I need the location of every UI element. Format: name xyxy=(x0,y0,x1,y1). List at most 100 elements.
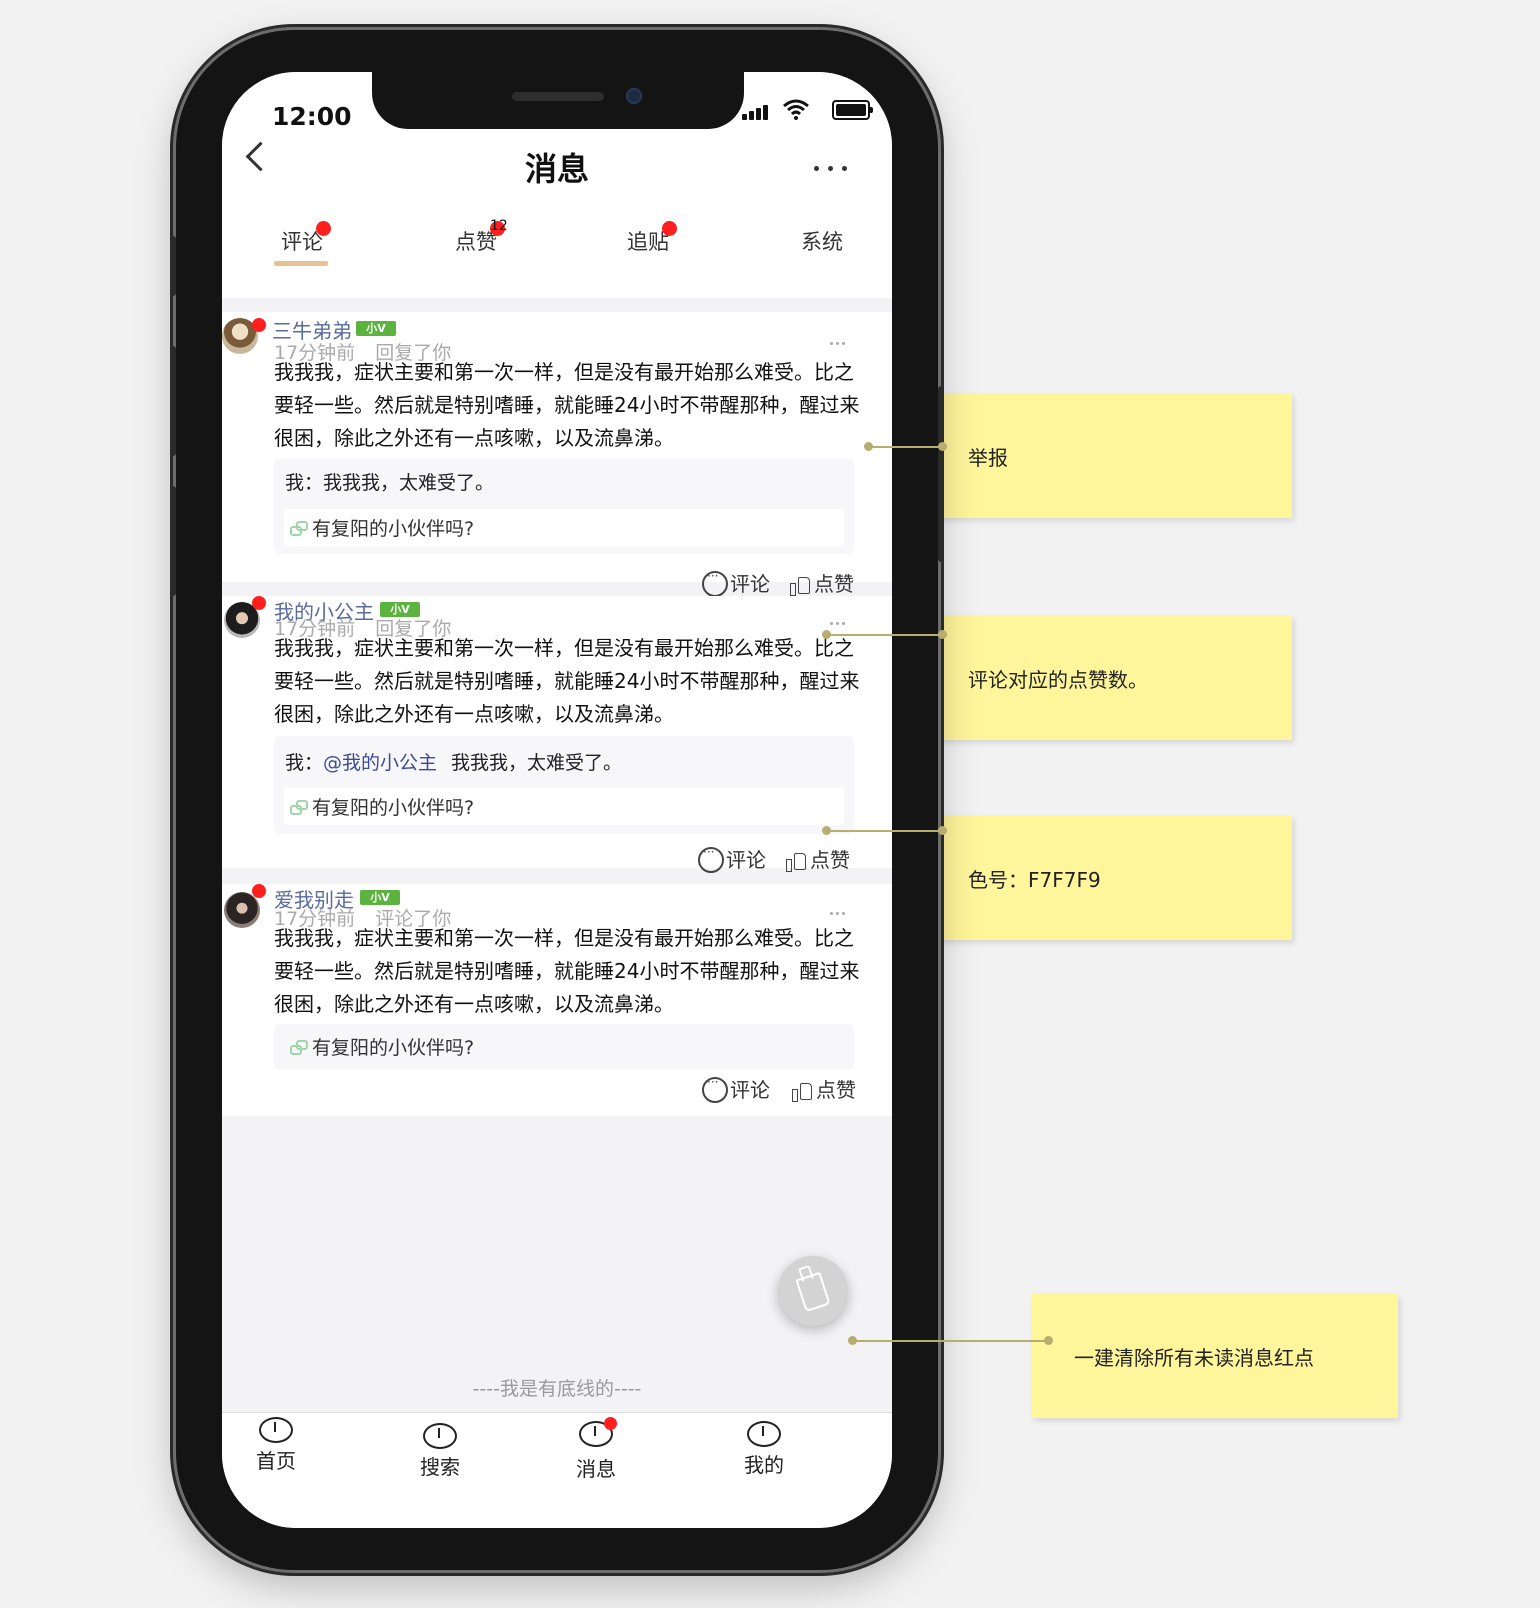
comment-label: 评论 xyxy=(730,572,770,596)
message-card: 三牛弟弟 小V 17分钟前 回复了你 我我我，症状主要和第一次一样，但是没有最开始… xyxy=(222,312,892,597)
page-title: 消息 xyxy=(524,150,589,188)
leader-dot xyxy=(938,442,947,451)
comment-icon xyxy=(702,569,728,597)
leader-dot xyxy=(848,1336,857,1345)
message-content-line: 很困，除此之外还有一点咳嗽，以及流鼻涕。 xyxy=(274,426,674,450)
message-content: 我我我，症状主要和第一次一样，但是没有最开始那么难受。比之 要轻一些。然后就是特… xyxy=(274,632,892,731)
annotation-color: 色号：F7F7F9 xyxy=(926,816,1292,940)
tab-system[interactable]: 系统 xyxy=(762,226,882,256)
annotation-report: 举报 xyxy=(926,394,1292,518)
report-more-icon[interactable] xyxy=(830,622,846,626)
leader-line-report xyxy=(868,446,942,448)
reply-mention[interactable]: @我的小公主 xyxy=(323,752,437,774)
search-icon xyxy=(423,1423,457,1449)
home-icon xyxy=(259,1417,293,1443)
level-badge: 小V xyxy=(360,890,400,905)
annotation-clear-dots: 一建清除所有未读消息红点 xyxy=(1032,1294,1398,1418)
my-reply: 我：我我我，太难受了。 xyxy=(285,468,494,495)
thread-link[interactable]: 有复阳的小伙伴吗? xyxy=(284,788,844,825)
leader-line-like-count xyxy=(826,634,942,636)
leader-line-color xyxy=(826,830,942,832)
tab-comments-label: 评论 xyxy=(281,230,323,254)
app-screen: 12:00 消息 评论 点赞 12 追贴 系统 三牛弟弟 小V 17分钟前 回复… xyxy=(222,72,892,1528)
profile-icon xyxy=(747,1421,781,1447)
quoted-thread-box[interactable]: 有复阳的小伙伴吗? xyxy=(274,1024,854,1070)
tab-likes[interactable]: 点赞 12 xyxy=(416,218,536,256)
like-button[interactable]: 点赞 xyxy=(790,568,854,597)
clear-unread-button[interactable] xyxy=(778,1256,848,1326)
tab-bar: 评论 点赞 12 追贴 系统 xyxy=(222,206,892,298)
message-content: 我我我，症状主要和第一次一样，但是没有最开始那么难受。比之 要轻一些。然后就是特… xyxy=(274,356,892,455)
bottom-nav-messages[interactable]: 消息 xyxy=(556,1413,636,1482)
link-icon xyxy=(290,800,308,815)
bottom-nav-messages-label: 消息 xyxy=(576,1457,616,1481)
unread-dot xyxy=(252,318,266,332)
bottom-nav: 首页 搜索 消息 我的 xyxy=(222,1412,892,1528)
comment-button[interactable]: 评论 xyxy=(698,844,766,873)
comment-button[interactable]: 评论 xyxy=(702,568,770,597)
power-button xyxy=(938,386,944,562)
quoted-reply-box[interactable]: 我：@我的小公主 我我我，太难受了。 有复阳的小伙伴吗? xyxy=(274,736,854,834)
leader-dot xyxy=(864,442,873,451)
tab-comments-red-dot xyxy=(316,221,331,236)
reply-prefix: 我： xyxy=(285,472,324,494)
leader-dot xyxy=(822,630,831,639)
status-time: 12:00 xyxy=(272,102,352,131)
annotation-clear-dots-text: 一建清除所有未读消息红点 xyxy=(1074,1346,1314,1370)
link-icon xyxy=(290,1040,308,1055)
phone-frame: 12:00 消息 评论 点赞 12 追贴 系统 三牛弟弟 小V 17分钟前 回复… xyxy=(170,30,944,1570)
bottom-nav-messages-red-dot xyxy=(604,1417,617,1430)
wifi-icon xyxy=(783,99,809,120)
avatar[interactable] xyxy=(224,892,260,928)
report-more-icon[interactable] xyxy=(830,912,846,916)
reply-prefix: 我： xyxy=(285,752,324,774)
thread-title: 有复阳的小伙伴吗? xyxy=(312,797,475,819)
volume-up-button xyxy=(170,346,176,456)
leader-dot xyxy=(938,630,947,639)
my-reply: 我：@我的小公主 我我我，太难受了。 xyxy=(285,748,622,775)
comment-label: 评论 xyxy=(726,848,766,872)
thread-link[interactable]: 有复阳的小伙伴吗? xyxy=(274,1028,854,1065)
quoted-reply-box[interactable]: 我：我我我，太难受了。 有复阳的小伙伴吗? xyxy=(274,458,854,554)
volume-down-button xyxy=(170,486,176,596)
comment-label: 评论 xyxy=(730,1078,770,1102)
bottom-nav-me-label: 我的 xyxy=(744,1453,784,1477)
thumbs-up-icon xyxy=(786,851,806,872)
tab-system-label: 系统 xyxy=(801,230,843,254)
like-label: 点赞 xyxy=(814,572,854,596)
message-content-line: 我我我，症状主要和第一次一样，但是没有最开始那么难受。比之 xyxy=(274,926,854,950)
comment-icon xyxy=(698,845,724,873)
brush-icon xyxy=(795,1271,831,1313)
bottom-nav-home[interactable]: 首页 xyxy=(236,1413,316,1474)
like-button[interactable]: 点赞 xyxy=(792,1074,856,1103)
mute-switch xyxy=(170,236,176,296)
level-badge: 小V xyxy=(356,321,396,336)
like-label: 点赞 xyxy=(810,848,850,872)
leader-dot xyxy=(1044,1336,1053,1345)
thread-link[interactable]: 有复阳的小伙伴吗? xyxy=(284,509,844,546)
leader-line-clear-dots xyxy=(852,1340,1048,1342)
comment-button[interactable]: 评论 xyxy=(702,1074,770,1103)
bottom-nav-search[interactable]: 搜索 xyxy=(400,1413,480,1480)
report-more-icon[interactable] xyxy=(830,342,846,346)
message-content-line: 很困，除此之外还有一点咳嗽，以及流鼻涕。 xyxy=(274,992,674,1016)
link-icon xyxy=(290,521,308,536)
tab-follow-posts-label: 追贴 xyxy=(627,230,669,254)
more-menu-icon[interactable] xyxy=(812,162,852,174)
message-content-line: 要轻一些。然后就是特别嗜睡，就能睡24小时不带醒那种，醒过来 xyxy=(274,669,860,693)
reply-text: 我我我，太难受了。 xyxy=(323,472,495,494)
tab-follow-posts-red-dot xyxy=(662,221,677,236)
like-label: 点赞 xyxy=(816,1078,856,1102)
annotation-like-count-text: 评论对应的点赞数。 xyxy=(968,668,1148,692)
end-of-list-text: ----我是有底线的---- xyxy=(472,1378,642,1400)
message-card: 我的小公主 小V 17分钟前 回复了你 我我我，症状主要和第一次一样，但是没有最开… xyxy=(222,596,892,873)
annotation-like-count: 评论对应的点赞数。 xyxy=(926,616,1292,740)
like-button[interactable]: 点赞 xyxy=(786,844,850,873)
bottom-nav-home-label: 首页 xyxy=(256,1449,296,1473)
unread-dot xyxy=(252,596,266,610)
tab-follow-posts[interactable]: 追贴 xyxy=(588,221,708,256)
tab-comments[interactable]: 评论 xyxy=(242,221,362,256)
bottom-nav-me[interactable]: 我的 xyxy=(724,1413,804,1478)
annotation-report-text: 举报 xyxy=(968,446,1008,470)
unread-dot xyxy=(252,884,266,898)
